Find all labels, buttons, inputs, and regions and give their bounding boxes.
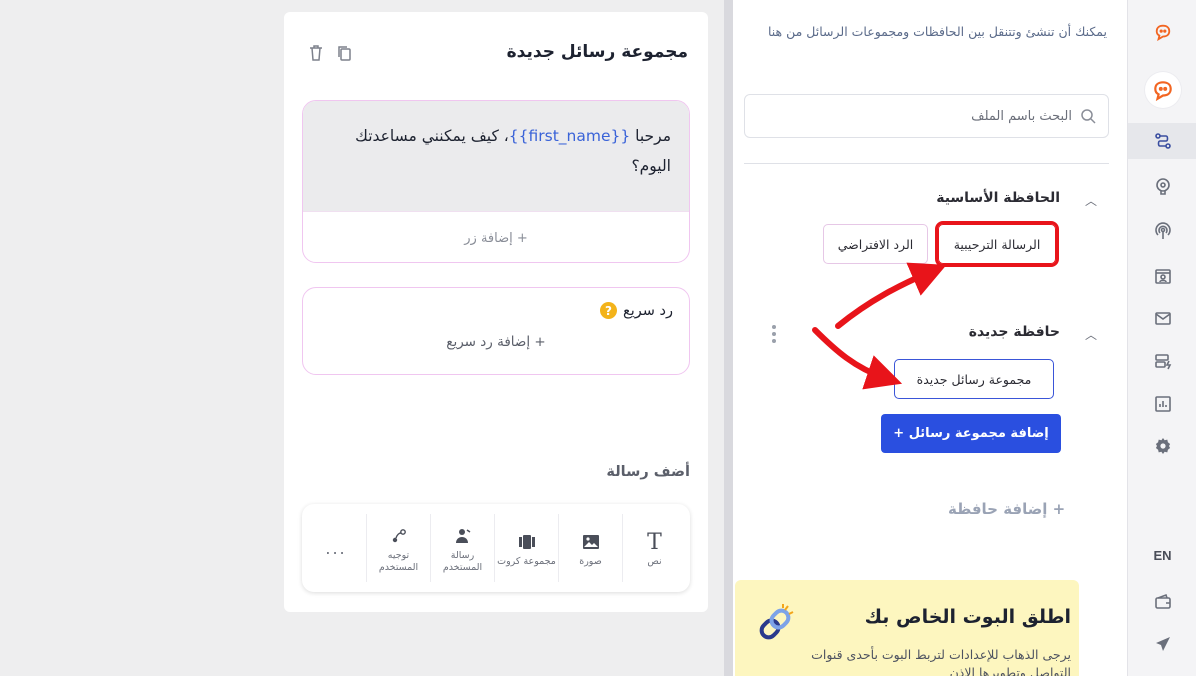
search-placeholder: البحث باسم الملف [971, 108, 1072, 124]
message-prefix: مرحبا [630, 127, 671, 145]
contacts-icon[interactable] [1128, 258, 1196, 294]
tool-text[interactable]: T نص [622, 514, 686, 582]
text-icon: T [647, 529, 662, 555]
quick-reply-label: رد سريع [623, 302, 673, 319]
tool-redirect[interactable]: توجيه المستخدم [366, 514, 430, 582]
first-name-variable: {{first_name}} [508, 127, 631, 145]
flow-icon[interactable] [1128, 123, 1196, 159]
new-message-set-chip[interactable]: مجموعة رسائل جديدة [894, 359, 1054, 399]
templates-icon[interactable] [1128, 343, 1196, 379]
folder-menu-icon[interactable] [771, 322, 777, 348]
tool-image-label: صورة [579, 556, 602, 567]
message-type-toolbar: T نص صورة مجموعة كروت رسالة المستخدم توج… [302, 504, 690, 592]
delete-icon[interactable] [308, 44, 324, 62]
message-text[interactable]: مرحبا {{first_name}}، كيف يمكنني مساعدتك… [303, 101, 689, 211]
logo-icon[interactable] [1128, 14, 1196, 50]
more-icon: ... [325, 538, 347, 558]
add-folder-link[interactable]: + إضافة حافظة [948, 500, 1065, 518]
divider [744, 163, 1109, 164]
chevron-up-icon[interactable]: ︿ [1085, 192, 1097, 209]
folder-title-new[interactable]: حافظة جديدة [969, 324, 1060, 340]
mail-icon[interactable] [1128, 300, 1196, 336]
add-message-set-button[interactable]: إضافة مجموعة رسائل + [881, 414, 1061, 453]
user-input-icon [455, 522, 471, 550]
brain-icon[interactable] [1128, 168, 1196, 204]
card-title: مجموعة رسائل جديدة [506, 42, 688, 62]
image-icon [582, 528, 600, 556]
launch-bot-banner[interactable]: اطلق البوت الخاص بك يرجى الذهاب للإعدادا… [735, 580, 1079, 676]
folder-title-main[interactable]: الحافظة الأساسية [936, 190, 1060, 206]
welcome-message-chip[interactable]: الرسالة الترحيبية [935, 221, 1059, 267]
message-set-card: مجموعة رسائل جديدة مرحبا {{first_name}}،… [284, 12, 708, 612]
panel-intro: يمكنك أن تنشئ وتتنقل بين الحافظات ومجموع… [767, 24, 1107, 39]
logo-active-icon[interactable] [1128, 68, 1196, 112]
tool-cards-label: مجموعة كروت [497, 556, 556, 567]
quick-reply-title: رد سريع ? [600, 302, 673, 319]
help-icon[interactable]: ? [600, 302, 618, 319]
tool-redirect-label: توجيه المستخدم [378, 550, 419, 573]
tool-user-input[interactable]: رسالة المستخدم [430, 514, 494, 582]
link-icon [759, 604, 794, 640]
tool-cards[interactable]: مجموعة كروت [494, 514, 558, 582]
redirect-icon [391, 522, 407, 550]
folders-panel: يمكنك أن تنشئ وتتنقل بين الحافظات ومجموع… [733, 0, 1127, 676]
text-message-block[interactable]: مرحبا {{first_name}}، كيف يمكنني مساعدتك… [302, 100, 690, 263]
send-icon[interactable] [1128, 626, 1196, 662]
broadcast-icon[interactable] [1128, 213, 1196, 249]
search-input[interactable]: البحث باسم الملف [744, 94, 1109, 138]
wallet-icon[interactable] [1128, 584, 1196, 620]
default-reply-chip[interactable]: الرد الافتراضي [823, 224, 928, 264]
settings-icon[interactable] [1128, 428, 1196, 464]
add-message-heading: أضف رسالة [606, 464, 690, 480]
tool-user-input-label: رسالة المستخدم [442, 550, 483, 573]
analytics-icon[interactable] [1128, 386, 1196, 422]
promo-text: يرجى الذهاب للإعدادات لتربط البوت بأحدى … [811, 647, 1071, 676]
more-tools-button[interactable]: ... [306, 514, 366, 582]
promo-title: اطلق البوت الخاص بك [864, 606, 1071, 628]
chevron-up-icon[interactable]: ︿ [1085, 326, 1097, 343]
copy-icon[interactable] [336, 44, 352, 62]
main-nav-rail: EN [1127, 0, 1196, 676]
quick-reply-block[interactable]: رد سريع ? + إضافة رد سريع [302, 287, 690, 375]
add-quick-reply-link[interactable]: + إضافة رد سريع [303, 334, 689, 350]
language-switch[interactable]: EN [1128, 548, 1196, 563]
cards-icon [518, 528, 536, 556]
tool-text-label: نص [647, 556, 662, 567]
tool-image[interactable]: صورة [558, 514, 622, 582]
search-icon [1081, 109, 1096, 124]
add-button-link[interactable]: + إضافة زر [303, 211, 689, 262]
panel-divider[interactable] [724, 0, 733, 676]
